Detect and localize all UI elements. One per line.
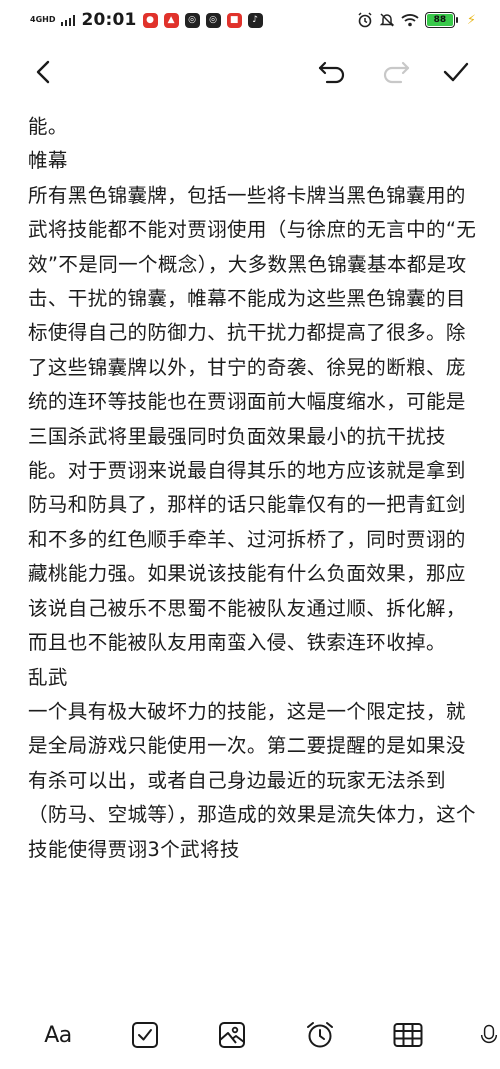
clock: 20:01: [81, 10, 137, 30]
app-notification-icon: ◎: [205, 12, 221, 28]
voice-input-button[interactable]: [478, 1017, 500, 1053]
table-icon: [393, 1023, 423, 1047]
undo-button[interactable]: [314, 54, 350, 90]
chevron-left-icon: [36, 60, 50, 84]
network-type: 4GHD: [30, 15, 56, 24]
redo-button[interactable]: [378, 54, 414, 90]
wifi-icon: [401, 14, 419, 27]
note-body[interactable]: 能。 帷幕 所有黑色锦囊牌，包括一些将卡牌当黑色锦囊用的武将技能都不能对贾诩使用…: [28, 110, 478, 995]
app-notification-icon: ■: [226, 12, 242, 28]
note-paragraph[interactable]: 能。: [28, 110, 478, 144]
insert-table-button[interactable]: [390, 1017, 426, 1053]
note-paragraph[interactable]: 所有黑色锦囊牌，包括一些将卡牌当黑色锦囊用的武将技能都不能对贾诩使用（与徐庶的无…: [28, 179, 478, 661]
app-notification-icon: ●: [142, 12, 158, 28]
undo-icon: [318, 61, 345, 84]
mute-icon: [379, 13, 395, 27]
reminder-button[interactable]: [302, 1017, 338, 1053]
insert-image-button[interactable]: [214, 1017, 250, 1053]
text-format-icon: Aa: [44, 1022, 72, 1048]
status-bar-left: 4GHD 20:01 ● ▲ ◎ ◎ ■ ♪: [30, 10, 263, 30]
microphone-icon: [480, 1024, 498, 1043]
done-button[interactable]: [438, 54, 474, 90]
tiktok-icon: ♪: [247, 12, 263, 28]
text-format-button[interactable]: Aa: [40, 1017, 76, 1053]
image-icon: [219, 1022, 245, 1048]
battery-level: 88: [426, 14, 453, 26]
back-button[interactable]: [26, 54, 62, 90]
charging-icon: ⚡: [466, 12, 476, 28]
checkmark-icon: [443, 62, 469, 82]
signal-icon: [61, 14, 76, 26]
battery-indicator: 88: [424, 12, 458, 28]
note-paragraph[interactable]: 一个具有极大破坏力的技能，这是一个限定技，就是全局游戏只能使用一次。第二要提醒的…: [28, 695, 478, 867]
status-bar-right: 88 ⚡: [357, 12, 476, 28]
alarm-clock-icon: [307, 1022, 333, 1048]
status-bar: 4GHD 20:01 ● ▲ ◎ ◎ ■ ♪ 88 ⚡: [0, 0, 500, 40]
editor-toolbar: [0, 48, 500, 96]
note-heading[interactable]: 帷幕: [28, 144, 478, 178]
app-notification-icon: ▲: [163, 12, 179, 28]
checklist-icon: [132, 1022, 158, 1048]
bottom-toolbar: Aa: [0, 995, 500, 1069]
alarm-icon: [358, 12, 372, 28]
app-notification-icon: ◎: [184, 12, 200, 28]
redo-icon: [383, 61, 410, 84]
note-heading[interactable]: 乱武: [28, 661, 478, 695]
checklist-button[interactable]: [127, 1017, 163, 1053]
